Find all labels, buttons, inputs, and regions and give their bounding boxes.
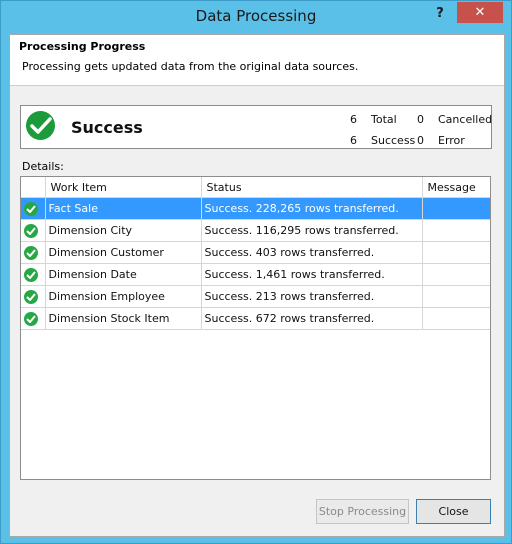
success-check-icon xyxy=(24,267,38,282)
work-item-cell: Dimension City xyxy=(45,219,202,242)
success-check-icon xyxy=(24,201,38,216)
success-check-icon xyxy=(24,289,38,304)
cancelled-count: 0 xyxy=(417,113,424,126)
message-cell xyxy=(422,263,490,286)
column-header-status[interactable]: Status xyxy=(201,177,423,198)
column-header-work-item[interactable]: Work Item xyxy=(45,177,202,198)
cancelled-label: Cancelled xyxy=(438,113,493,126)
success-count: 6 xyxy=(350,134,357,147)
message-cell xyxy=(422,307,490,330)
close-button[interactable]: Close xyxy=(416,499,491,524)
error-count: 0 xyxy=(417,134,424,147)
message-cell xyxy=(422,285,490,308)
table-row[interactable]: Fact Sale Success. 228,265 rows transfer… xyxy=(21,197,490,220)
table-row[interactable]: Dimension Date Success. 1,461 rows trans… xyxy=(21,263,490,286)
work-item-cell: Dimension Customer xyxy=(45,241,202,264)
details-label: Details: xyxy=(22,160,64,173)
header-subtitle: Processing gets updated data from the or… xyxy=(22,60,359,73)
details-grid[interactable]: Work Item Status Message Fact Sale Succe… xyxy=(20,176,491,480)
success-label: Success xyxy=(371,134,416,147)
success-check-icon xyxy=(24,311,38,326)
total-label: Total xyxy=(371,113,397,126)
status-summary: Success 6 Total 0 Cancelled 6 Success 0 … xyxy=(20,105,492,149)
work-item-cell: Dimension Employee xyxy=(45,285,202,308)
dialog-window: Data Processing ? ✕ Processing Progress … xyxy=(0,0,512,544)
table-row[interactable]: Dimension Stock Item Success. 672 rows t… xyxy=(21,307,490,330)
status-cell: Success. 116,295 rows transferred. xyxy=(201,219,423,242)
table-row[interactable]: Dimension Customer Success. 403 rows tra… xyxy=(21,241,490,264)
success-check-icon xyxy=(26,111,55,140)
status-cell: Success. 213 rows transferred. xyxy=(201,285,423,308)
error-label: Error xyxy=(438,134,465,147)
column-header-icon[interactable] xyxy=(21,177,46,198)
message-cell xyxy=(422,197,490,220)
success-check-icon xyxy=(24,245,38,260)
total-count: 6 xyxy=(350,113,357,126)
result-text: Success xyxy=(71,118,143,137)
dialog-content: Processing Progress Processing gets upda… xyxy=(9,34,505,537)
status-cell: Success. 1,461 rows transferred. xyxy=(201,263,423,286)
message-cell xyxy=(422,241,490,264)
message-cell xyxy=(422,219,490,242)
stop-processing-button[interactable]: Stop Processing xyxy=(316,499,409,524)
header-title: Processing Progress xyxy=(19,40,146,53)
status-cell: Success. 228,265 rows transferred. xyxy=(201,197,423,220)
status-cell: Success. 672 rows transferred. xyxy=(201,307,423,330)
title-bar: Data Processing ? ✕ xyxy=(1,1,511,33)
table-row[interactable]: Dimension Employee Success. 213 rows tra… xyxy=(21,285,490,308)
work-item-cell: Dimension Stock Item xyxy=(45,307,202,330)
help-button[interactable]: ? xyxy=(431,5,449,23)
close-window-button[interactable]: ✕ xyxy=(457,2,503,23)
work-item-cell: Fact Sale xyxy=(45,197,202,220)
work-item-cell: Dimension Date xyxy=(45,263,202,286)
success-check-icon xyxy=(24,223,38,238)
grid-header-row: Work Item Status Message xyxy=(21,177,490,198)
header-band: Processing Progress Processing gets upda… xyxy=(10,35,504,86)
column-header-message[interactable]: Message xyxy=(422,177,490,198)
table-row[interactable]: Dimension City Success. 116,295 rows tra… xyxy=(21,219,490,242)
status-cell: Success. 403 rows transferred. xyxy=(201,241,423,264)
